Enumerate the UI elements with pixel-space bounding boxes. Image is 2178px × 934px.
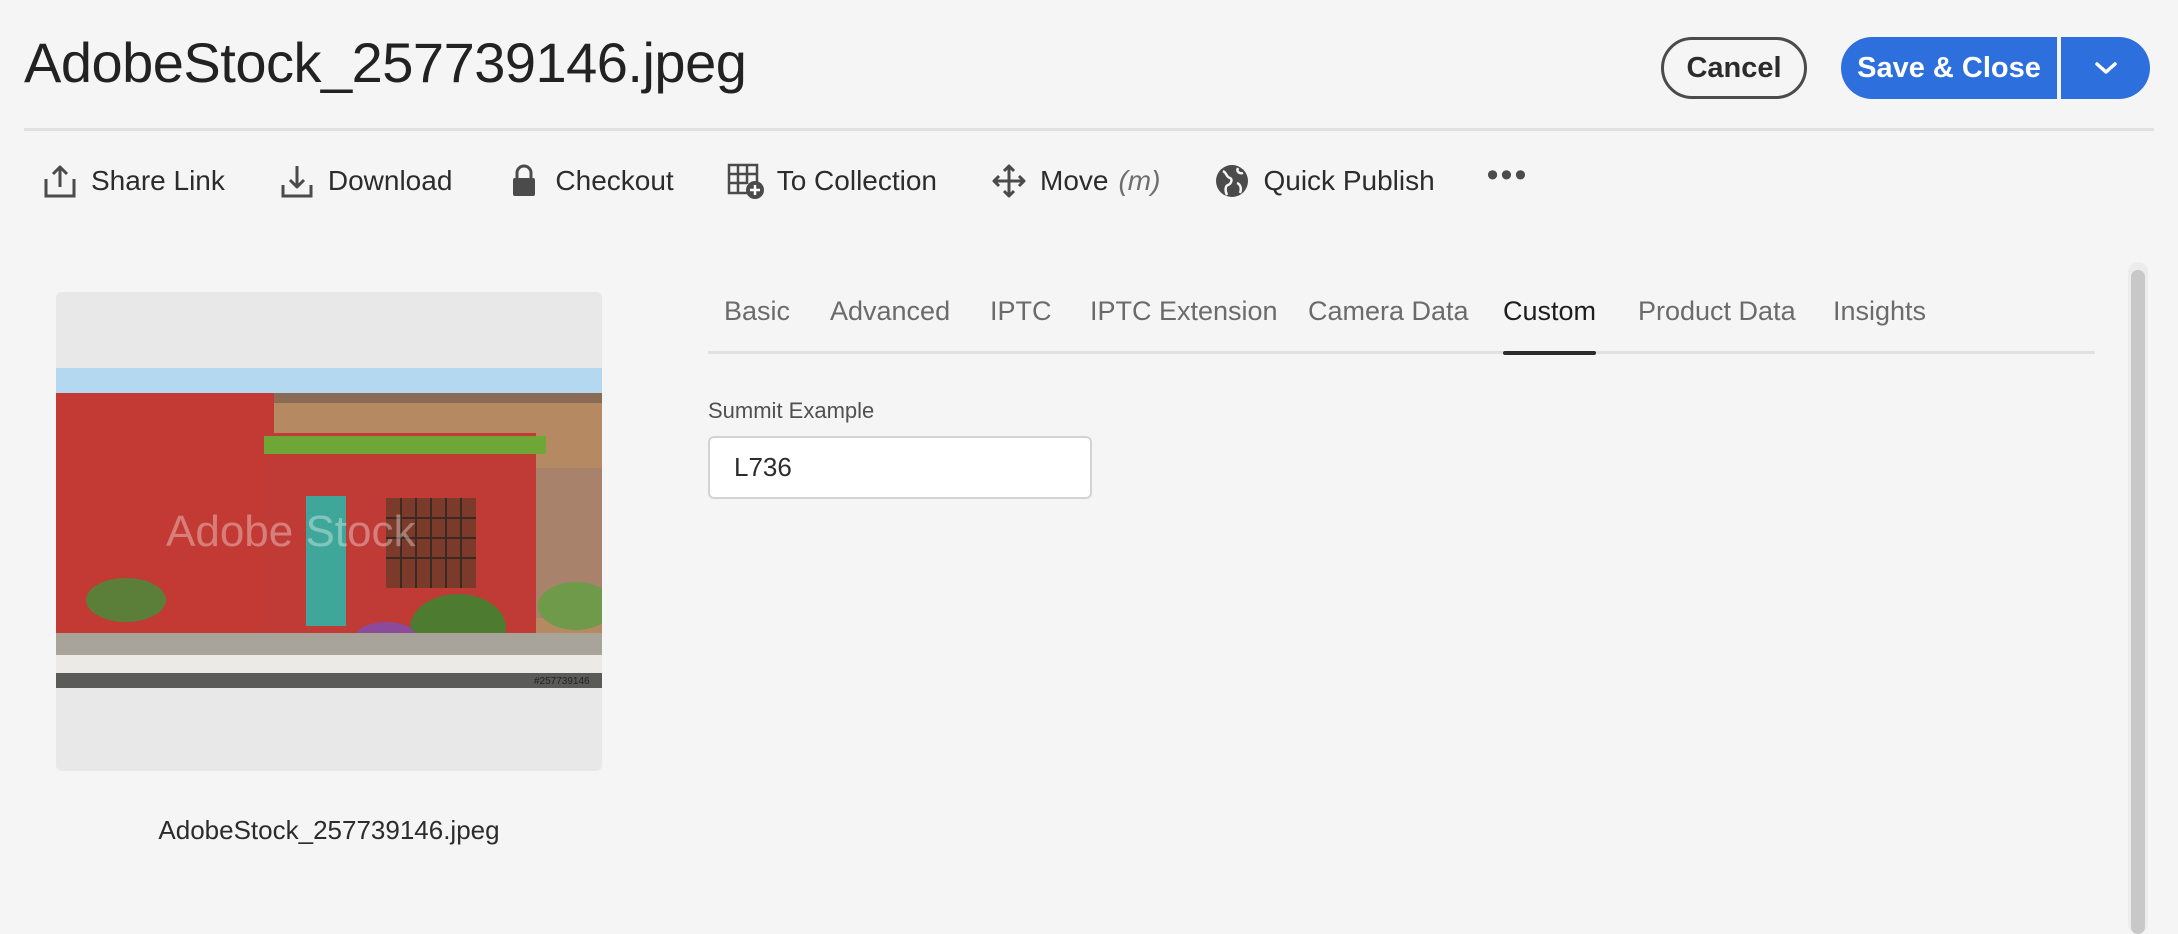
asset-preview: Adobe Stock #257739146 [56,292,602,771]
summit-example-input[interactable] [708,436,1092,499]
save-and-close-button[interactable]: Save & Close [1841,37,2057,99]
chevron-down-icon [2094,62,2117,74]
tab-product-data[interactable]: Product Data [1638,290,1796,351]
to-collection-button[interactable]: To Collection [726,156,937,206]
download-label: Download [327,165,453,196]
share-link-button[interactable]: Share Link [40,156,225,206]
asset-thumbnail-image: Adobe Stock #257739146 [56,368,602,688]
stock-id-label: #257739146 [534,676,590,687]
asset-properties-page: AdobeStock_257739146.jpeg Cancel Save & … [0,0,2178,934]
download-icon [277,161,317,201]
tab-camera-data[interactable]: Camera Data [1308,290,1469,351]
more-actions-button[interactable]: ••• [1487,156,1529,195]
move-shortcut-hint: (m) [1118,165,1161,196]
tab-basic[interactable]: Basic [724,290,790,351]
action-toolbar: Share Link Download Checkout To Collecti… [40,156,1528,206]
cancel-button[interactable]: Cancel [1661,37,1807,99]
add-to-collection-icon [726,161,766,201]
globe-icon [1212,161,1252,201]
quick-publish-button[interactable]: Quick Publish [1212,156,1435,206]
scrollbar-thumb[interactable] [2131,270,2145,934]
header-divider [24,128,2154,131]
tab-custom[interactable]: Custom [1503,290,1597,355]
save-options-dropdown-button[interactable] [2061,37,2150,99]
lock-icon [504,161,544,201]
to-collection-label: To Collection [776,165,938,196]
asset-filename-caption: AdobeStock_257739146.jpeg [158,815,500,845]
checkout-label: Checkout [555,165,674,196]
checkout-button[interactable]: Checkout [504,156,674,206]
tab-iptc-extension[interactable]: IPTC Extension [1090,290,1278,351]
quick-publish-label: Quick Publish [1263,165,1435,196]
tab-insights[interactable]: Insights [1833,290,1926,351]
watermark-text: Adobe Stock [166,507,416,556]
move-button[interactable]: Move (m) [989,156,1160,206]
move-icon [989,161,1029,201]
page-title: AdobeStock_257739146.jpeg [24,31,747,94]
move-label: Move [1040,165,1109,196]
share-link-label: Share Link [91,165,225,196]
metadata-tabs: Basic Advanced IPTC IPTC Extension Camer… [708,282,2095,355]
summit-example-label: Summit Example [708,398,875,423]
download-button[interactable]: Download [277,156,453,206]
tab-iptc[interactable]: IPTC [990,290,1052,351]
tab-advanced[interactable]: Advanced [830,290,950,351]
share-icon [40,161,80,201]
